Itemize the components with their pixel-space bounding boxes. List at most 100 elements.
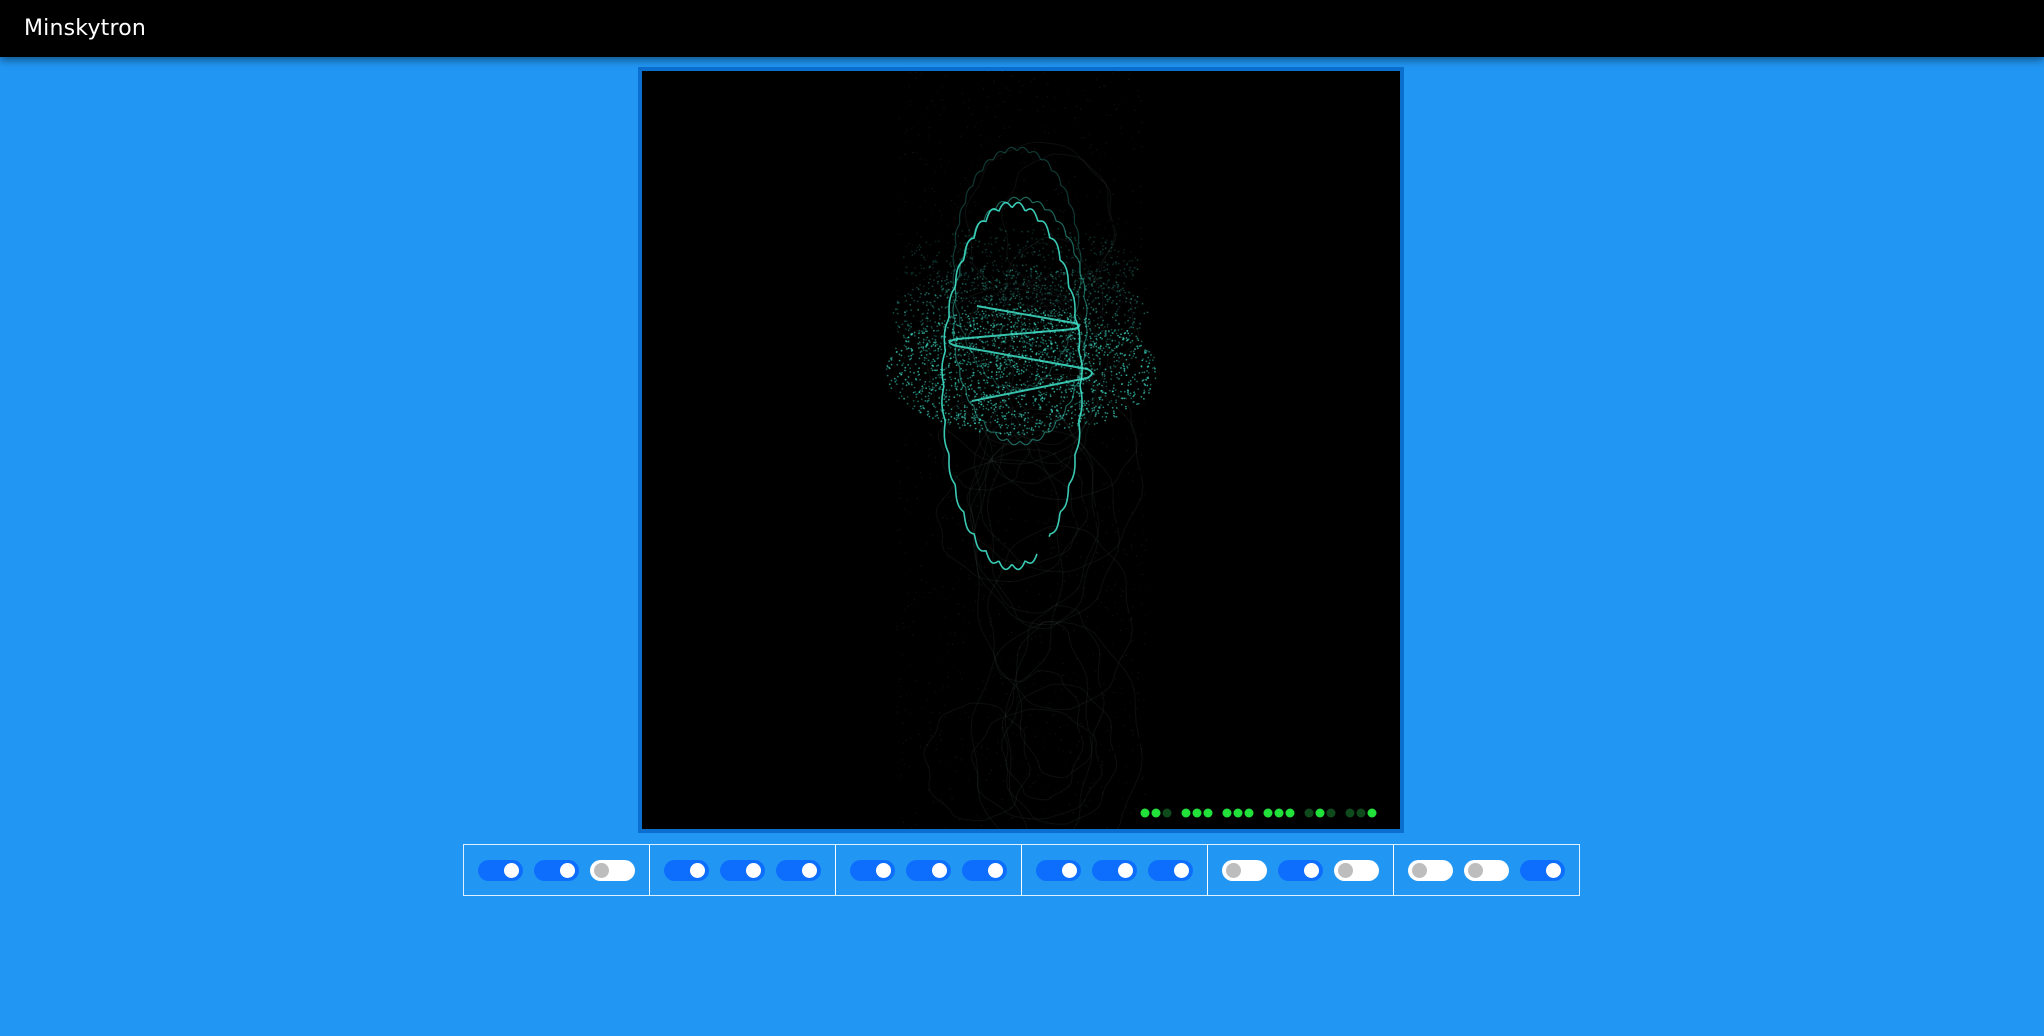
trace-dot [1086, 299, 1089, 301]
toggle-switch-6-1[interactable] [1408, 859, 1453, 881]
toggle-switch-2-2[interactable] [720, 859, 765, 881]
trace-dot [1089, 320, 1091, 323]
afterglow-dot [997, 740, 999, 742]
trace-dot [1071, 274, 1074, 277]
trace-dot [933, 341, 935, 344]
toggle-switch-2-1[interactable] [664, 859, 709, 881]
afterglow-dot [1024, 275, 1027, 277]
trace-dot [1076, 391, 1078, 393]
trace-dot [923, 332, 926, 334]
trace-dot [1102, 307, 1104, 310]
afterglow-dot [923, 278, 925, 281]
toggle-switch-2-3[interactable] [776, 859, 821, 881]
afterglow-dot [1131, 617, 1133, 619]
toggle-switch-5-3[interactable] [1334, 859, 1379, 881]
trace-dot [1091, 285, 1094, 287]
trace-dot [1094, 335, 1096, 338]
afterglow-dot [1101, 179, 1103, 182]
trace-dot [1101, 416, 1104, 418]
trace-dot [985, 284, 988, 286]
trace-dot [1120, 336, 1123, 339]
afterglow-dot [1094, 813, 1097, 815]
trace-dot [967, 361, 970, 363]
trace-dot [982, 284, 985, 287]
toggle-switch-4-3[interactable] [1148, 859, 1193, 881]
trace-dot [1069, 319, 1072, 322]
trace-dot [976, 316, 979, 319]
toggle-switch-5-2[interactable] [1278, 859, 1323, 881]
toggle-switch-1-1[interactable] [478, 859, 523, 881]
toggle-switch-3-1[interactable] [850, 859, 895, 881]
afterglow-dot [992, 667, 994, 669]
trace-dot [1027, 417, 1029, 419]
trace-dot [1112, 390, 1114, 393]
trace-dot [1115, 352, 1118, 355]
toggle-switch-3-2[interactable] [906, 859, 951, 881]
afterglow-dot [1068, 407, 1070, 409]
toggle-switch-6-2[interactable] [1464, 859, 1509, 881]
toggle-switch-6-3[interactable] [1520, 859, 1565, 881]
trace-dot [933, 360, 936, 363]
afterglow-dot [1124, 708, 1126, 710]
afterglow-dot [1029, 584, 1032, 586]
afterglow-dot [1104, 228, 1106, 230]
afterglow-dot [916, 232, 918, 234]
trace-dot [994, 237, 997, 240]
afterglow-dot [923, 591, 925, 593]
trace-dot [950, 280, 952, 283]
afterglow-dot [1080, 722, 1082, 725]
trace-dot [981, 340, 983, 343]
afterglow-dot [1006, 371, 1008, 374]
trace-dot [1115, 415, 1118, 418]
toggle-switch-1-3[interactable] [590, 859, 635, 881]
trace-dot [1095, 335, 1098, 337]
trace-dot [1012, 229, 1015, 231]
afterglow-dot [949, 633, 951, 635]
toggle-switch-3-3[interactable] [962, 859, 1007, 881]
afterglow-dot [949, 788, 951, 790]
trace-dot [1019, 413, 1022, 416]
trace-dot [999, 255, 1002, 258]
afterglow-dot [912, 634, 914, 636]
afterglow-dot [1131, 749, 1134, 752]
trace-dot [979, 429, 981, 431]
trace-dot [1149, 388, 1152, 390]
afterglow-dot [900, 492, 902, 494]
afterglow-dot [957, 195, 959, 198]
afterglow-dot [1139, 659, 1141, 661]
trace-dot [1054, 288, 1056, 291]
trace-dot [918, 347, 920, 349]
trace-dot [937, 329, 940, 332]
trace-dot [984, 387, 986, 389]
trace-dot [1040, 356, 1042, 358]
trace-dot [961, 319, 964, 322]
trace-dot [939, 373, 942, 376]
afterglow-dot [1146, 823, 1148, 825]
toggle-switch-5-1[interactable] [1222, 859, 1267, 881]
afterglow-dot [943, 516, 945, 519]
afterglow-dot [1055, 503, 1057, 505]
trace-dot [1054, 284, 1057, 287]
afterglow-dot [1056, 621, 1058, 624]
indicator-led-4-1 [1263, 808, 1273, 818]
afterglow-dot [915, 486, 918, 488]
trace-dot [1043, 424, 1046, 427]
afterglow-dot [1001, 583, 1003, 585]
trace-dot [1075, 293, 1078, 295]
toggle-switch-4-1[interactable] [1036, 859, 1081, 881]
trace-dot [1089, 278, 1092, 281]
afterglow-dot [1004, 542, 1006, 544]
afterglow-dot [898, 117, 900, 119]
afterglow-dot [1087, 348, 1090, 351]
trace-dot [939, 342, 942, 344]
trace-dot [1046, 345, 1049, 348]
trace-dot [1071, 273, 1073, 275]
trace-dot [1004, 294, 1007, 296]
toggle-switch-1-2[interactable] [534, 859, 579, 881]
afterglow-dot [911, 151, 914, 154]
afterglow-dot [1058, 570, 1061, 572]
trace-dot [1145, 350, 1148, 352]
toggle-switch-4-2[interactable] [1092, 859, 1137, 881]
afterglow-dot [912, 282, 914, 285]
trace-dot [976, 273, 979, 275]
